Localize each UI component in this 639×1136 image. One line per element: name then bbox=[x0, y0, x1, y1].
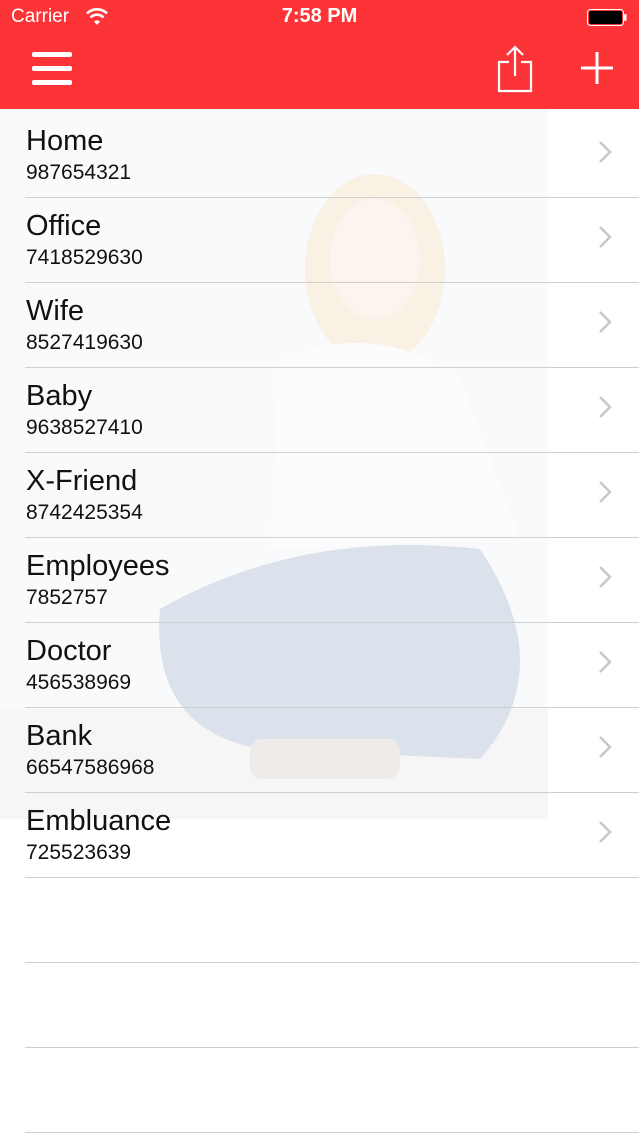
contact-phone: 987654321 bbox=[26, 161, 132, 184]
status-time: 7:58 PM bbox=[281, 5, 358, 27]
chevron-right-icon bbox=[599, 821, 612, 843]
contact-name: X-Friend bbox=[26, 465, 138, 497]
contact-phone: 7852757 bbox=[26, 586, 108, 609]
contact-row-office[interactable]: Office 7418529630 bbox=[0, 194, 639, 279]
row-divider bbox=[25, 962, 639, 963]
contact-phone: 9638527410 bbox=[26, 416, 143, 439]
contact-name: Embluance bbox=[26, 805, 172, 837]
contact-row-bank[interactable]: Bank 66547586968 bbox=[0, 704, 639, 789]
contact-phone: 66547586968 bbox=[26, 756, 155, 779]
contact-row-baby[interactable]: Baby 9638527410 bbox=[0, 364, 639, 449]
contact-name: Office bbox=[26, 210, 102, 242]
contact-phone: 7418529630 bbox=[26, 246, 143, 269]
contact-name: Doctor bbox=[26, 635, 112, 667]
contact-name: Home bbox=[26, 125, 104, 157]
row-divider bbox=[25, 1132, 639, 1133]
chevron-right-icon bbox=[599, 736, 612, 758]
chevron-right-icon bbox=[599, 226, 612, 248]
contact-row-x-friend[interactable]: X-Friend 8742425354 bbox=[0, 449, 639, 534]
contact-phone: 725523639 bbox=[26, 841, 132, 864]
contact-row-doctor[interactable]: Doctor 456538969 bbox=[0, 619, 639, 704]
contacts-list: Home 987654321 Office 7418529630 Wife 85… bbox=[0, 109, 639, 1136]
chevron-right-icon bbox=[599, 651, 612, 673]
contact-row-embluance[interactable]: Embluance 725523639 bbox=[0, 789, 639, 874]
navigation-bar: Carrier 7:58 PM bbox=[0, 0, 639, 109]
status-bar: Carrier 7:58 PM bbox=[0, 0, 639, 36]
share-icon[interactable] bbox=[495, 44, 535, 94]
contact-phone: 456538969 bbox=[26, 671, 132, 694]
chevron-right-icon bbox=[599, 141, 612, 163]
contact-name: Wife bbox=[26, 295, 84, 327]
contact-row-wife[interactable]: Wife 8527419630 bbox=[0, 279, 639, 364]
contact-name: Baby bbox=[26, 380, 93, 412]
row-divider bbox=[25, 1047, 639, 1048]
contact-phone: 8742425354 bbox=[26, 501, 143, 524]
contact-row-home[interactable]: Home 987654321 bbox=[0, 109, 639, 194]
battery-icon bbox=[587, 9, 627, 26]
contact-name: Bank bbox=[26, 720, 93, 752]
contact-phone: 8527419630 bbox=[26, 331, 143, 354]
chevron-right-icon bbox=[599, 311, 612, 333]
contact-row-employees[interactable]: Employees 7852757 bbox=[0, 534, 639, 619]
chevron-right-icon bbox=[599, 566, 612, 588]
plus-icon[interactable] bbox=[578, 48, 616, 88]
contact-name: Employees bbox=[26, 550, 170, 582]
chevron-right-icon bbox=[599, 396, 612, 418]
hamburger-menu-icon[interactable] bbox=[28, 48, 76, 90]
row-divider bbox=[25, 877, 639, 878]
chevron-right-icon bbox=[599, 481, 612, 503]
